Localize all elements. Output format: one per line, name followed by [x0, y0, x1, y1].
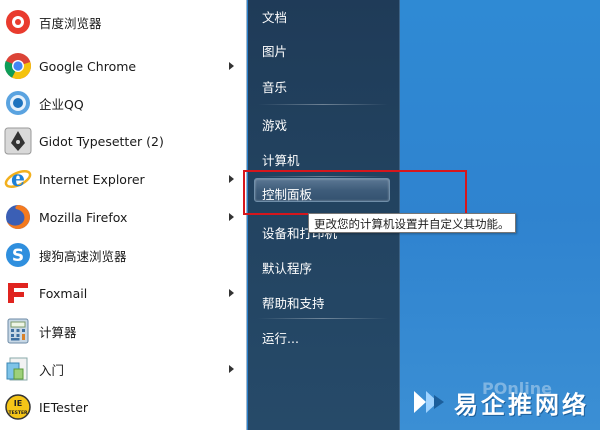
getting-started-icon — [3, 354, 33, 384]
program-label: 搜狗高速浏览器 — [39, 248, 127, 264]
program-item-enterprise-qq[interactable]: 企业QQ — [0, 85, 247, 121]
program-label: IETester — [39, 399, 89, 415]
place-pictures[interactable]: 图片 — [262, 41, 287, 60]
watermark-logo-icon — [414, 391, 444, 413]
separator — [258, 318, 388, 319]
qq-icon — [3, 88, 33, 118]
program-item-internet-explorer[interactable]: e Internet Explorer — [0, 161, 247, 197]
submenu-arrow-icon[interactable] — [229, 289, 234, 297]
submenu-arrow-icon[interactable] — [229, 365, 234, 373]
baidu-browser-icon — [3, 7, 33, 37]
program-item-foxmail[interactable]: Foxmail — [0, 275, 247, 311]
program-item-ietester[interactable]: IE TESTER IETester — [0, 389, 247, 425]
place-music[interactable]: 音乐 — [262, 77, 287, 96]
chrome-icon — [3, 51, 33, 81]
place-default-programs[interactable]: 默认程序 — [262, 258, 312, 277]
ietester-icon: IE TESTER — [3, 392, 33, 422]
submenu-arrow-icon[interactable] — [229, 175, 234, 183]
program-item-baidu-browser[interactable]: 百度浏览器 — [0, 4, 247, 40]
program-item-gidot-typesetter[interactable]: Gidot Typesetter (2) — [0, 123, 247, 159]
place-help-support[interactable]: 帮助和支持 — [262, 293, 325, 312]
separator — [258, 104, 388, 105]
program-label: 计算器 — [39, 324, 77, 340]
program-label: Google Chrome — [39, 58, 137, 74]
internet-explorer-icon: e — [3, 164, 33, 194]
program-label: Mozilla Firefox — [39, 209, 128, 225]
program-list: 百度浏览器 Google Chrome 企业QQ Gidot Typesette… — [0, 0, 247, 430]
program-label: Gidot Typesetter (2) — [39, 133, 164, 149]
pen-nib-icon — [3, 126, 33, 156]
submenu-arrow-icon[interactable] — [229, 213, 234, 221]
program-label: Internet Explorer — [39, 171, 145, 187]
place-games[interactable]: 游戏 — [262, 115, 287, 134]
control-panel-tooltip: 更改您的计算机设置并自定义其功能。 — [308, 213, 516, 233]
program-item-calculator[interactable]: 计算器 — [0, 313, 247, 349]
program-label: 企业QQ — [39, 96, 84, 112]
annotation-highlight-box — [243, 170, 467, 215]
program-label: Foxmail — [39, 285, 88, 301]
place-documents[interactable]: 文档 — [262, 7, 287, 26]
watermark-ghost-text: POnline — [482, 379, 552, 398]
watermark: POnline 易企推网络 — [412, 379, 597, 425]
svg-text:e: e — [11, 166, 25, 192]
place-computer[interactable]: 计算机 — [262, 150, 300, 169]
program-label: 百度浏览器 — [39, 15, 102, 31]
program-item-sogou-browser[interactable]: S 搜狗高速浏览器 — [0, 237, 247, 273]
program-label: 入门 — [39, 362, 65, 378]
svg-text:TESTER: TESTER — [9, 410, 29, 416]
program-item-getting-started[interactable]: 入门 — [0, 351, 247, 387]
calculator-icon — [3, 316, 33, 346]
svg-text:S: S — [12, 246, 24, 266]
program-item-google-chrome[interactable]: Google Chrome — [0, 48, 247, 84]
program-item-mozilla-firefox[interactable]: Mozilla Firefox — [0, 199, 247, 235]
svg-text:IE: IE — [14, 399, 22, 408]
submenu-arrow-icon[interactable] — [229, 62, 234, 70]
place-run[interactable]: 运行... — [262, 328, 299, 347]
firefox-icon — [3, 202, 33, 232]
sogou-browser-icon: S — [3, 240, 33, 270]
foxmail-icon — [3, 278, 33, 308]
